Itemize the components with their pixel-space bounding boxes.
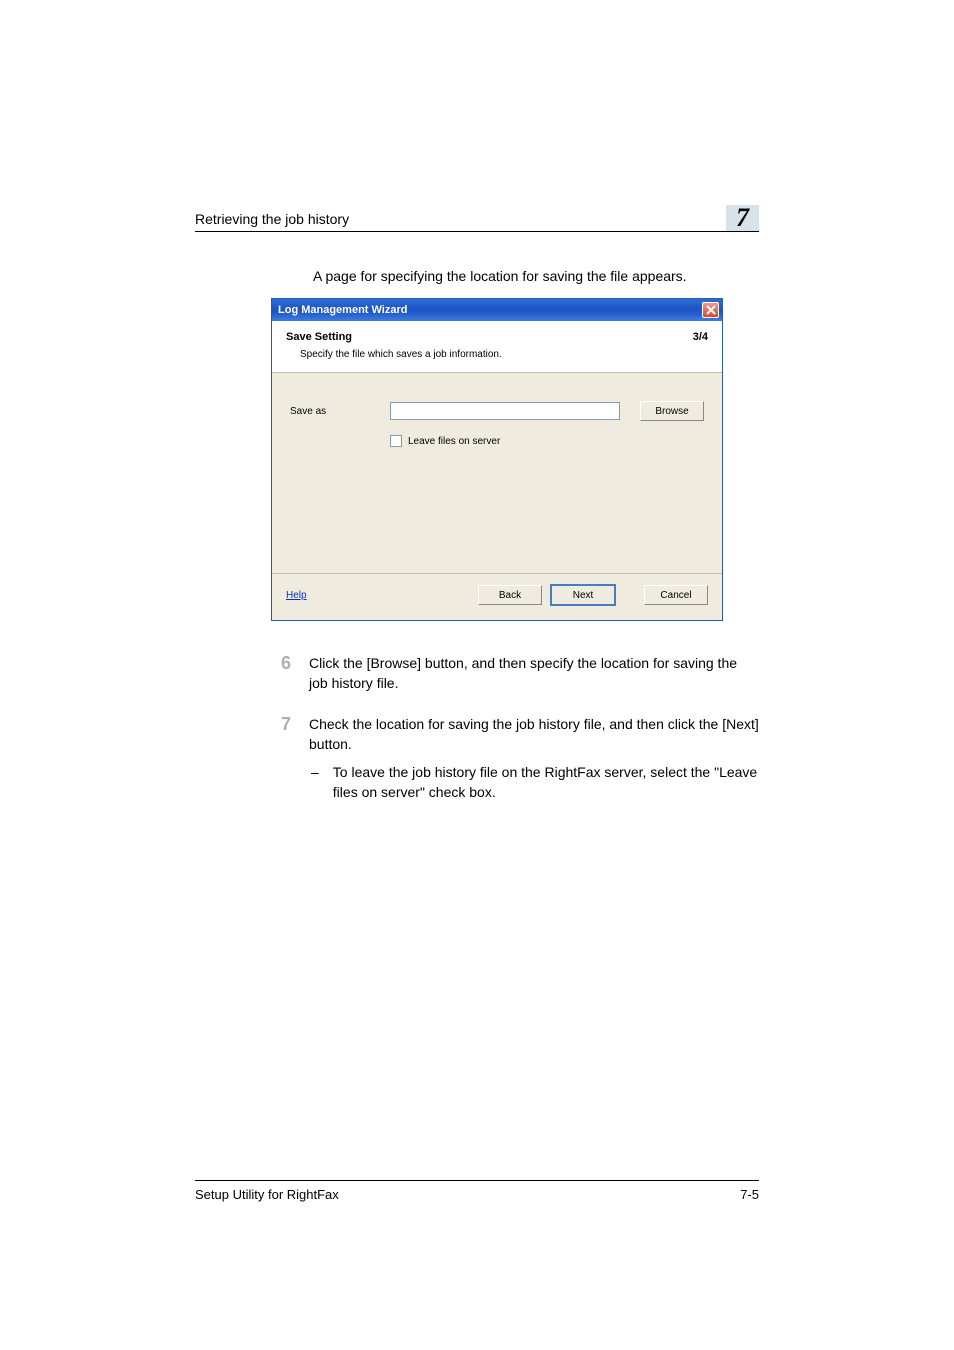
running-head: Retrieving the job history — [195, 211, 349, 227]
back-button[interactable]: Back — [478, 585, 542, 605]
footer-left: Setup Utility for RightFax — [195, 1187, 339, 1202]
dash-icon: – — [311, 762, 319, 803]
page-footer: Setup Utility for RightFax 7-5 — [195, 1180, 759, 1202]
step-7: 7 Check the location for saving the job … — [271, 714, 759, 803]
dialog-title: Log Management Wizard — [278, 304, 407, 316]
step-6: 6 Click the [Browse] button, and then sp… — [271, 653, 759, 694]
step-number: 7 — [271, 714, 291, 803]
chapter-tab: 7 — [726, 205, 759, 231]
save-setting-subtitle: Specify the file which saves a job infor… — [300, 349, 693, 360]
page-header: Retrieving the job history 7 — [195, 205, 759, 232]
help-link[interactable]: Help — [286, 590, 307, 601]
cancel-button[interactable]: Cancel — [644, 585, 708, 605]
close-button[interactable] — [702, 302, 719, 318]
step-text: Click the [Browse] button, and then spec… — [309, 653, 759, 694]
dialog-titlebar[interactable]: Log Management Wizard — [272, 299, 722, 321]
save-setting-title: Save Setting — [286, 331, 693, 343]
step-number: 6 — [271, 653, 291, 694]
sub-bullet-text: To leave the job history file on the Rig… — [333, 762, 759, 803]
leave-files-label: Leave files on server — [408, 436, 500, 447]
next-button[interactable]: Next — [550, 584, 616, 606]
leave-files-checkbox[interactable] — [390, 435, 402, 447]
wizard-page-indicator: 3/4 — [693, 331, 708, 343]
footer-right: 7-5 — [740, 1187, 759, 1202]
save-as-label: Save as — [290, 406, 390, 417]
browse-button[interactable]: Browse — [640, 401, 704, 421]
chapter-number: 7 — [736, 203, 749, 233]
step-text: Check the location for saving the job hi… — [309, 714, 759, 803]
save-as-input[interactable] — [390, 402, 620, 420]
intro-paragraph: A page for specifying the location for s… — [313, 268, 759, 284]
sub-bullet: – To leave the job history file on the R… — [311, 762, 759, 803]
dialog-header-panel: Save Setting Specify the file which save… — [272, 321, 722, 373]
log-management-wizard-dialog: Log Management Wizard Save Setting Speci… — [271, 298, 723, 621]
step-list: 6 Click the [Browse] button, and then sp… — [271, 653, 759, 803]
close-icon — [706, 305, 716, 315]
